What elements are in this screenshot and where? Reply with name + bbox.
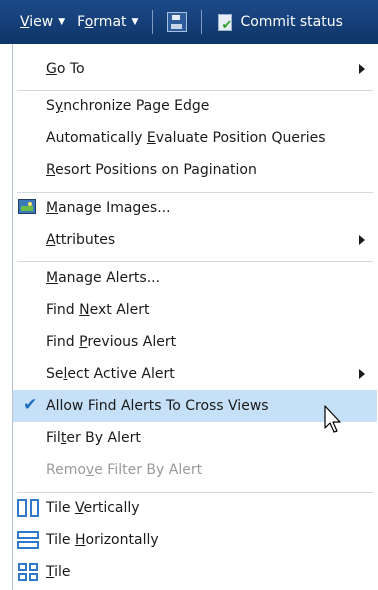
- menu-item-label: Go To: [46, 61, 85, 77]
- tile-vertical-icon: [17, 499, 39, 517]
- menu-item-go-to[interactable]: Go To: [13, 53, 377, 85]
- save-icon: [167, 12, 188, 32]
- menu-item-label: Tile Horizontally: [46, 532, 159, 548]
- chevron-right-icon: [359, 369, 365, 379]
- mouse-cursor-icon: [324, 405, 341, 433]
- menu-item-label: Synchronize Page Edge: [46, 98, 210, 114]
- menu-item-find-previous-alert[interactable]: Find Previous Alert: [13, 326, 377, 358]
- toolbar-separator: [201, 10, 203, 34]
- tile-horizontal-icon: [17, 531, 39, 549]
- menu-item-label: Tile: [46, 564, 71, 580]
- chevron-down-icon: ▼: [58, 17, 66, 27]
- chevron-right-icon: [359, 64, 365, 74]
- commit-status-button[interactable]: ✔ Commit status: [210, 0, 348, 44]
- menu-item-attributes[interactable]: Attributes: [13, 224, 377, 256]
- menu-item-tile-horizontally[interactable]: Tile Horizontally: [13, 524, 377, 556]
- menu-item-synchronize-page-edge[interactable]: Synchronize Page Edge: [13, 90, 377, 122]
- commit-status-icon: ✔: [216, 13, 234, 32]
- menu-item-label: Attributes: [46, 232, 116, 248]
- menu-item-manage-images[interactable]: Manage Images...: [13, 192, 377, 224]
- menu-item-label: Find Previous Alert: [46, 334, 177, 350]
- toolbar-separator: [152, 10, 154, 34]
- menu-item-label: Tile Vertically: [46, 500, 140, 516]
- menu-item-auto-evaluate-queries[interactable]: Automatically Evaluate Position Queries: [13, 122, 377, 154]
- menu-item-label: Select Active Alert: [46, 366, 175, 382]
- menu-item-tile[interactable]: Tile: [13, 556, 377, 588]
- view-dropdown-menu: Go To Synchronize Page Edge Automaticall…: [12, 44, 378, 590]
- format-label: Format: [77, 14, 127, 30]
- view-menu-button[interactable]: View ▼: [14, 0, 71, 44]
- commit-status-label: Commit status: [240, 14, 343, 30]
- tile-grid-icon: [18, 563, 38, 581]
- save-button[interactable]: [161, 0, 193, 44]
- menu-item-label: Filter By Alert: [46, 430, 141, 446]
- chevron-down-icon: ▼: [131, 17, 139, 27]
- menu-item-select-active-alert[interactable]: Select Active Alert: [13, 358, 377, 390]
- menu-item-label: Manage Alerts...: [46, 270, 161, 286]
- checkmark-icon: ✔: [23, 395, 38, 415]
- background-page: [0, 44, 12, 590]
- menu-item-label: Resort Positions on Pagination: [46, 162, 257, 178]
- menu-item-label: Find Next Alert: [46, 302, 150, 318]
- menu-item-label: Manage Images...: [46, 200, 171, 216]
- menu-item-remove-filter-by-alert: Remove Filter By Alert: [13, 454, 377, 486]
- menu-item-label: Automatically Evaluate Position Queries: [46, 130, 326, 146]
- menu-item-manage-alerts[interactable]: Manage Alerts...: [13, 262, 377, 294]
- menu-item-label: Allow Find Alerts To Cross Views: [46, 398, 269, 414]
- chevron-right-icon: [359, 235, 365, 245]
- toolbar: View ▼ Format ▼ ✔ Commit status: [0, 0, 378, 44]
- format-menu-button[interactable]: Format ▼: [71, 0, 144, 44]
- menu-item-label: Remove Filter By Alert: [46, 462, 203, 478]
- menu-item-find-next-alert[interactable]: Find Next Alert: [13, 294, 377, 326]
- view-label: View: [20, 14, 54, 30]
- image-icon: [18, 199, 38, 217]
- menu-item-resort-positions[interactable]: Resort Positions on Pagination: [13, 154, 377, 186]
- menu-item-tile-vertically[interactable]: Tile Vertically: [13, 492, 377, 524]
